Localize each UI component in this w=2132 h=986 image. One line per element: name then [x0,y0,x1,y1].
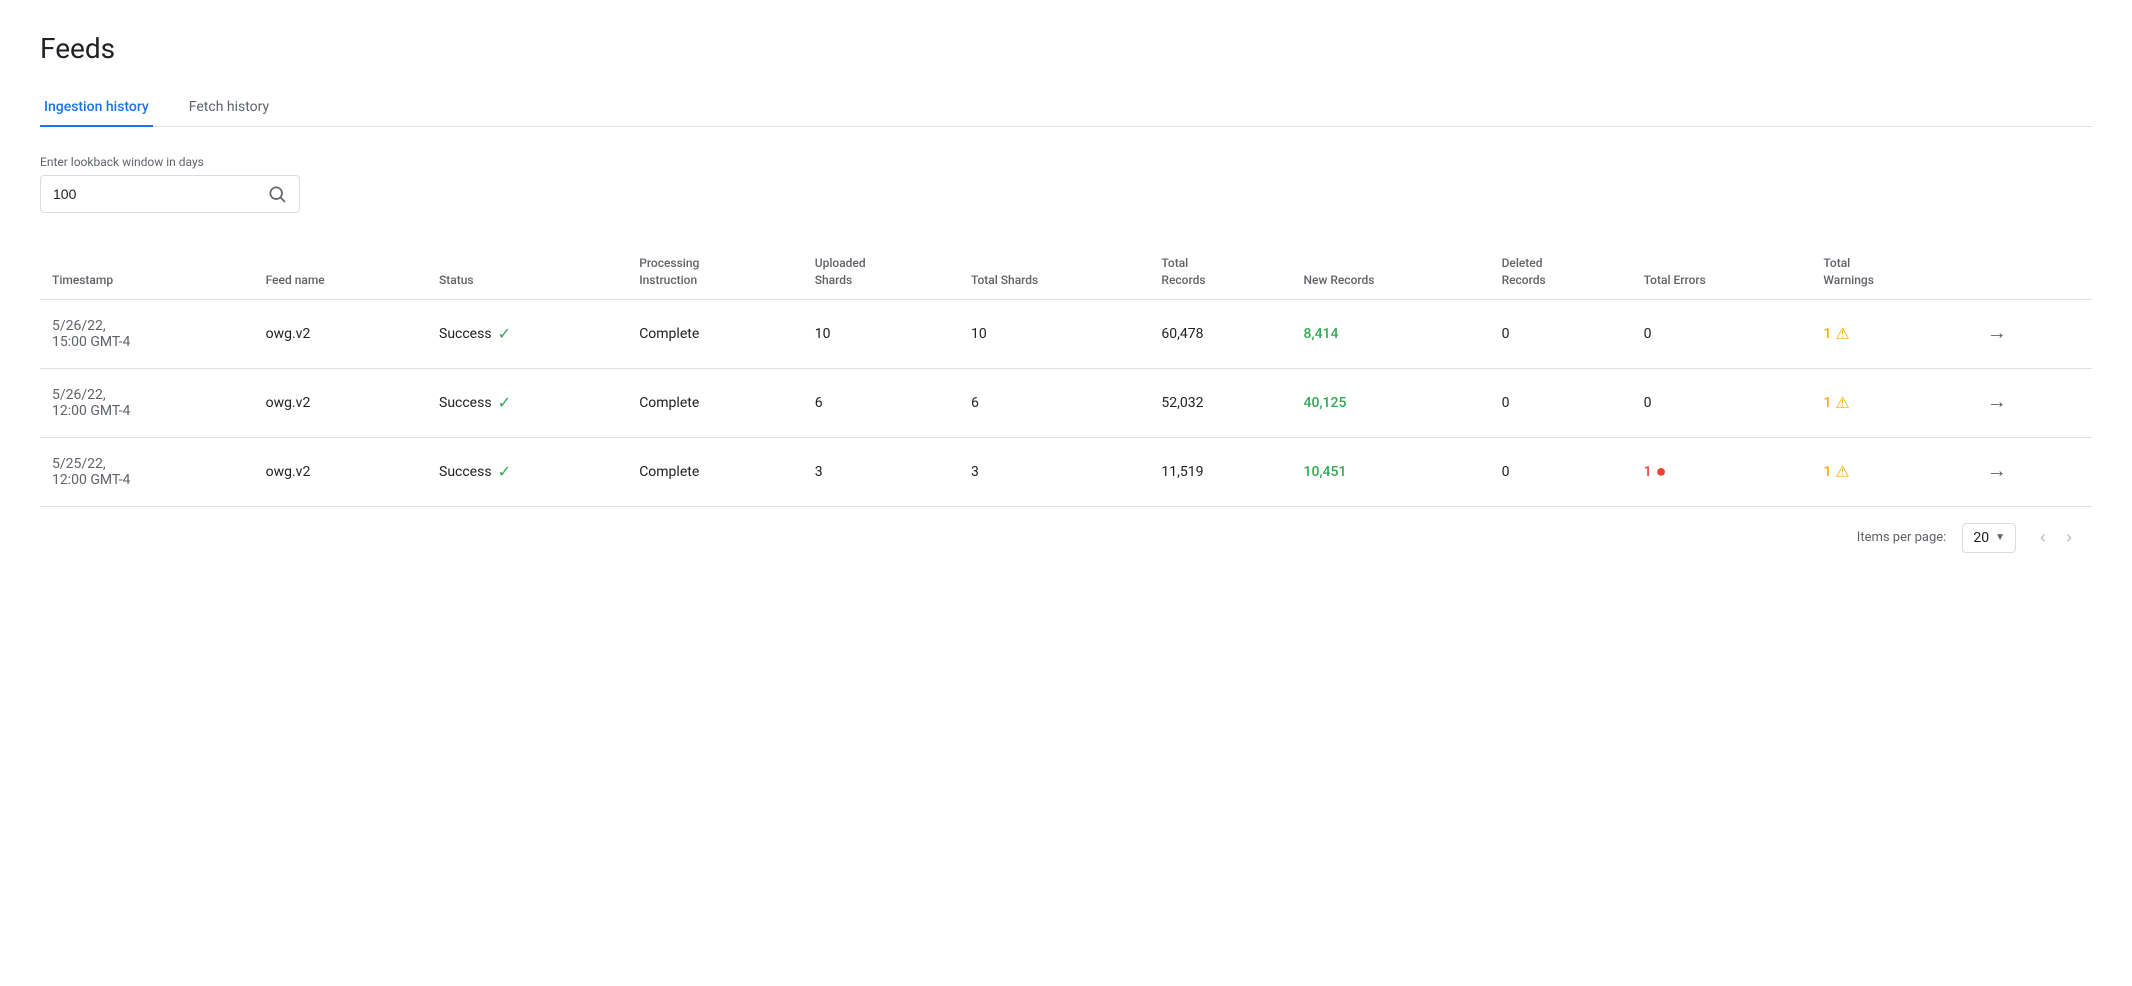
cell-action: → [1967,368,2092,437]
cell-total-errors: 1 ● [1632,437,1812,506]
cell-timestamp: 5/25/22, 12:00 GMT-4 [40,437,254,506]
cell-total-shards: 10 [959,299,1149,368]
cell-status: Success ✓ [427,299,627,368]
prev-page-button[interactable]: ‹ [2032,523,2054,552]
new-records-value: 10,451 [1304,464,1347,480]
cell-total-shards: 3 [959,437,1149,506]
search-button[interactable] [267,184,287,204]
cell-processing-instruction: Complete [627,299,803,368]
cell-total-shards: 6 [959,368,1149,437]
cell-total-warnings: 1 ⚠ [1811,299,1966,368]
cell-total-errors: 0 [1632,368,1812,437]
warning-icon: ⚠ [1835,324,1849,343]
pagination-row: Items per page: 20 ▼ ‹ › [40,507,2092,569]
warning-icon: ⚠ [1835,462,1849,481]
col-status: Status [427,245,627,299]
cell-total-records: 60,478 [1149,299,1291,368]
status-text: Success [439,326,492,342]
items-per-page-value: 20 [1973,530,1989,546]
status-text: Success [439,464,492,480]
table-header-row: Timestamp Feed name Status ProcessingIns… [40,245,2092,299]
col-timestamp: Timestamp [40,245,254,299]
cell-deleted-records: 0 [1490,368,1632,437]
cell-new-records: 8,414 [1292,299,1490,368]
error-count: 1 [1644,464,1652,480]
cell-action: → [1967,299,2092,368]
table-row: 5/25/22, 12:00 GMT-4owg.v2Success ✓Compl… [40,437,2092,506]
cell-new-records: 40,125 [1292,368,1490,437]
table-row: 5/26/22, 12:00 GMT-4owg.v2Success ✓Compl… [40,368,2092,437]
new-records-value: 8,414 [1304,326,1339,342]
cell-new-records: 10,451 [1292,437,1490,506]
warning-icon: ⚠ [1835,393,1849,412]
check-icon: ✓ [498,393,511,412]
new-records-value: 40,125 [1304,395,1347,411]
feeds-page: Feeds Ingestion history Fetch history En… [0,0,2132,601]
cell-total-warnings: 1 ⚠ [1811,437,1966,506]
ingestion-table: Timestamp Feed name Status ProcessingIns… [40,245,2092,507]
cell-uploaded-shards: 6 [803,368,959,437]
cell-processing-instruction: Complete [627,437,803,506]
search-section: Enter lookback window in days [40,155,2092,213]
cell-deleted-records: 0 [1490,299,1632,368]
cell-timestamp: 5/26/22, 12:00 GMT-4 [40,368,254,437]
cell-processing-instruction: Complete [627,368,803,437]
cell-feed-name: owg.v2 [254,368,427,437]
col-total-records: TotalRecords [1149,245,1291,299]
cell-status: Success ✓ [427,368,627,437]
cell-timestamp: 5/26/22, 15:00 GMT-4 [40,299,254,368]
warning-count: 1 [1823,464,1831,480]
cell-deleted-records: 0 [1490,437,1632,506]
search-label: Enter lookback window in days [40,155,2092,169]
next-page-button[interactable]: › [2058,523,2080,552]
search-box [40,175,300,213]
cell-feed-name: owg.v2 [254,437,427,506]
col-feed-name: Feed name [254,245,427,299]
search-input[interactable] [53,186,259,202]
row-detail-button[interactable]: → [1979,456,2015,487]
check-icon: ✓ [498,462,511,481]
cell-uploaded-shards: 10 [803,299,959,368]
check-icon: ✓ [498,324,511,343]
search-icon [267,184,287,204]
row-detail-button[interactable]: → [1979,387,2015,418]
tab-fetch-history[interactable]: Fetch history [185,89,273,127]
dropdown-arrow-icon: ▼ [1995,532,2005,543]
items-per-page-label: Items per page: [1857,530,1947,545]
table-row: 5/26/22, 15:00 GMT-4owg.v2Success ✓Compl… [40,299,2092,368]
cell-total-errors: 0 [1632,299,1812,368]
cell-feed-name: owg.v2 [254,299,427,368]
col-uploaded-shards: UploadedShards [803,245,959,299]
error-icon: ● [1656,461,1667,482]
cell-total-warnings: 1 ⚠ [1811,368,1966,437]
col-action [1967,245,2092,299]
page-navigation: ‹ › [2032,523,2080,552]
cell-total-records: 11,519 [1149,437,1291,506]
tab-bar: Ingestion history Fetch history [40,89,2092,127]
cell-uploaded-shards: 3 [803,437,959,506]
cell-total-records: 52,032 [1149,368,1291,437]
row-detail-button[interactable]: → [1979,318,2015,349]
tab-ingestion-history[interactable]: Ingestion history [40,89,153,127]
status-text: Success [439,395,492,411]
warning-count: 1 [1823,395,1831,411]
col-total-warnings: TotalWarnings [1811,245,1966,299]
cell-status: Success ✓ [427,437,627,506]
warning-count: 1 [1823,326,1831,342]
page-title: Feeds [40,32,2092,65]
items-per-page-selector[interactable]: 20 ▼ [1962,523,2016,553]
col-processing-instruction: ProcessingInstruction [627,245,803,299]
col-deleted-records: DeletedRecords [1490,245,1632,299]
cell-action: → [1967,437,2092,506]
col-new-records: New Records [1292,245,1490,299]
col-total-shards: Total Shards [959,245,1149,299]
col-total-errors: Total Errors [1632,245,1812,299]
